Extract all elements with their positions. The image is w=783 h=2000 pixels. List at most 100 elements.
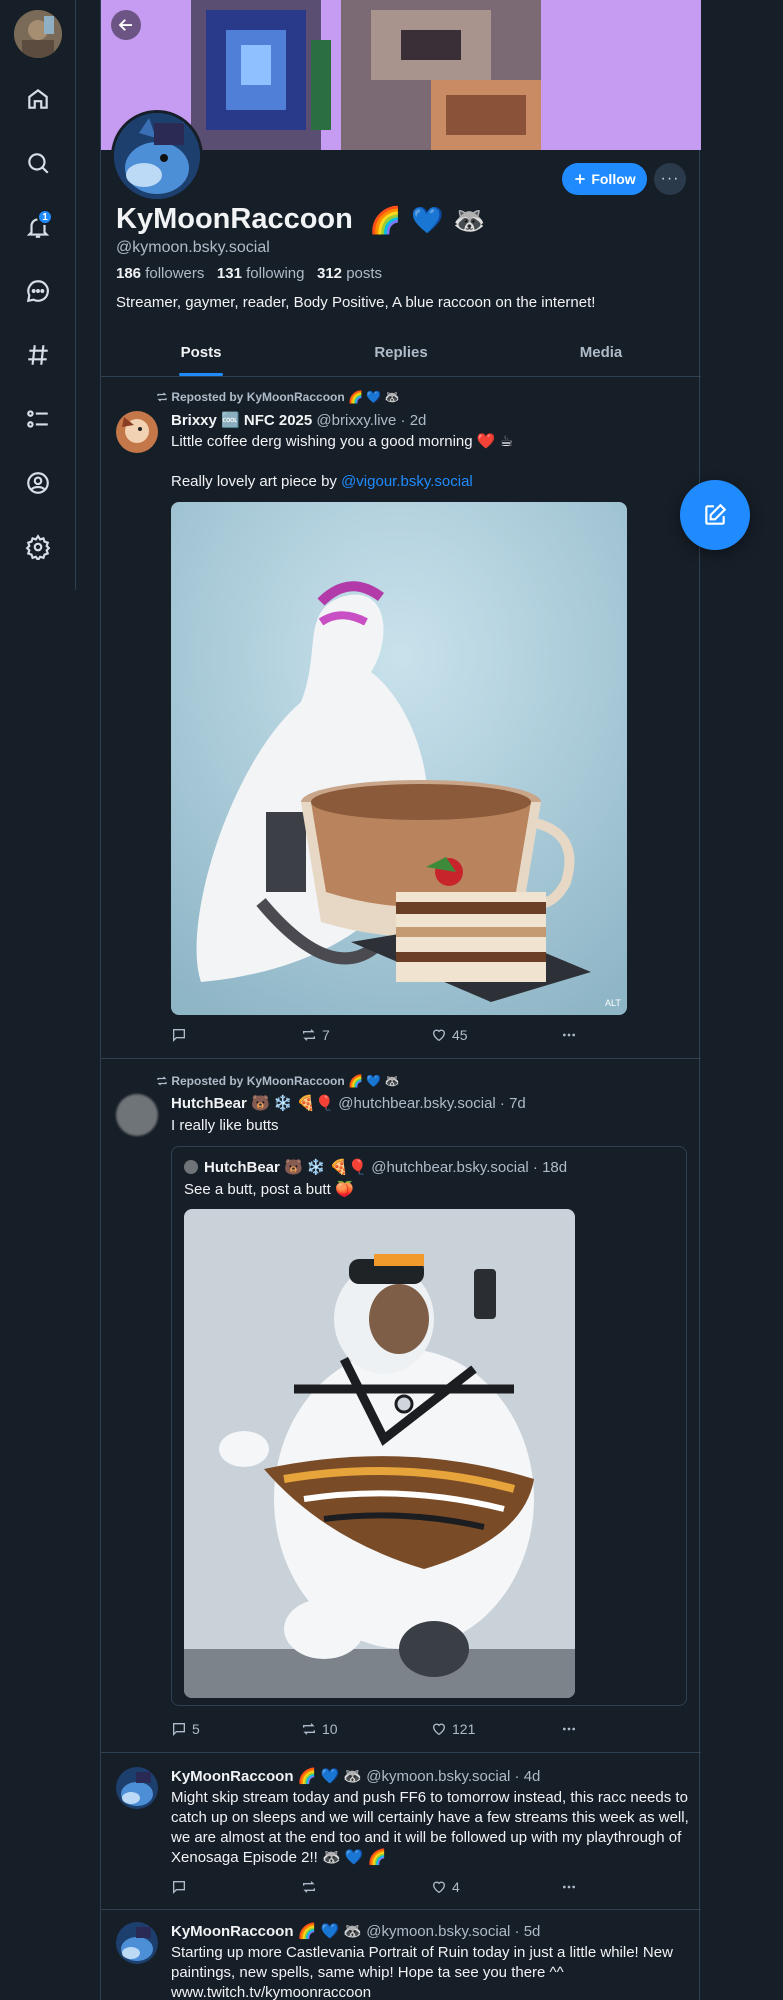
author-handle-time: @hutchbear.bsky.social · 7d bbox=[338, 1095, 526, 1112]
author-handle-time: @kymoon.bsky.social · 5d bbox=[366, 1923, 541, 1940]
like-button[interactable]: 45 bbox=[431, 1027, 561, 1043]
reply-button[interactable] bbox=[171, 1027, 301, 1043]
quoted-author-name: HutchBear 🐻 ❄️ 🍕🎈 bbox=[204, 1159, 368, 1176]
reply-button[interactable] bbox=[171, 1879, 301, 1895]
search-nav-button[interactable] bbox=[22, 147, 54, 179]
post-header: KyMoonRaccoon 🌈 💙 🦝 @kymoon.bsky.social … bbox=[171, 1922, 540, 1940]
quoted-post-text: See a butt, post a butt 🍑 bbox=[184, 1181, 354, 1198]
profile-more-button[interactable]: ··· bbox=[654, 163, 686, 195]
posts-count: 312 bbox=[317, 265, 343, 282]
heart-icon bbox=[432, 1723, 446, 1736]
follow-label: Follow bbox=[591, 171, 636, 187]
repost-icon bbox=[303, 1723, 315, 1735]
notifications-nav-button[interactable]: 1 bbox=[22, 209, 54, 243]
post-actions: 5 10 121 bbox=[171, 1719, 591, 1739]
home-nav-button[interactable] bbox=[22, 83, 54, 115]
alt-badge[interactable]: ALT bbox=[605, 998, 621, 1008]
back-button[interactable] bbox=[111, 10, 141, 40]
tab-posts[interactable]: Posts bbox=[101, 332, 301, 376]
post-menu-button[interactable] bbox=[561, 1721, 577, 1737]
post-actions: 7 45 bbox=[171, 1025, 591, 1045]
profile-bio: Streamer, gaymer, reader, Body Positive,… bbox=[116, 294, 596, 311]
quoted-post[interactable]: HutchBear 🐻 ❄️ 🍕🎈 @hutchbear.bsky.social… bbox=[171, 1146, 687, 1706]
repost-button[interactable]: 7 bbox=[301, 1027, 431, 1043]
repost-icon bbox=[157, 392, 167, 402]
quoted-post-header: HutchBear 🐻 ❄️ 🍕🎈 @hutchbear.bsky.social… bbox=[204, 1158, 567, 1176]
list-icon bbox=[27, 410, 48, 428]
tab-replies[interactable]: Replies bbox=[301, 332, 501, 376]
author-name[interactable]: KyMoonRaccoon 🌈 💙 🦝 bbox=[171, 1768, 362, 1785]
home-icon bbox=[28, 88, 48, 109]
repost-indicator: Reposted by KyMoonRaccoon 🌈 💙 🦝 bbox=[156, 1074, 400, 1088]
quoted-author-avatar bbox=[184, 1160, 198, 1174]
reply-icon bbox=[173, 1723, 185, 1736]
author-avatar[interactable] bbox=[116, 1922, 158, 1964]
feed-post[interactable]: Reposted by KyMoonRaccoon 🌈 💙 🦝 HutchBea… bbox=[101, 1059, 701, 1753]
author-name[interactable]: KyMoonRaccoon 🌈 💙 🦝 bbox=[171, 1923, 362, 1940]
reply-icon bbox=[173, 1029, 185, 1042]
heart-icon bbox=[432, 1029, 446, 1042]
current-user-avatar[interactable] bbox=[14, 10, 62, 58]
hashtag-icon bbox=[28, 345, 48, 365]
feed-post[interactable]: KyMoonRaccoon 🌈 💙 🦝 @kymoon.bsky.social … bbox=[101, 1910, 701, 2000]
search-icon bbox=[28, 153, 49, 174]
repost-button[interactable]: 10 bbox=[301, 1721, 431, 1737]
mention-link[interactable]: @vigour.bsky.social bbox=[341, 473, 473, 490]
author-avatar[interactable] bbox=[116, 1767, 158, 1809]
repost-count: 10 bbox=[322, 1721, 338, 1737]
reply-icon bbox=[173, 1881, 185, 1894]
chat-nav-button[interactable] bbox=[22, 275, 54, 307]
profile-nav-button[interactable] bbox=[22, 467, 54, 499]
following-link[interactable]: 131 following bbox=[217, 265, 305, 282]
author-avatar[interactable] bbox=[116, 1094, 158, 1136]
like-button[interactable]: 121 bbox=[431, 1721, 561, 1737]
quoted-author-handle-time: @hutchbear.bsky.social · 18d bbox=[371, 1159, 568, 1176]
repost-icon bbox=[303, 1881, 315, 1893]
like-count: 45 bbox=[452, 1027, 468, 1043]
author-handle-time: @brixxy.live · 2d bbox=[316, 412, 427, 429]
post-header: HutchBear 🐻 ❄️ 🍕🎈 @hutchbear.bsky.social… bbox=[171, 1094, 526, 1112]
profile-stats: 186 followers 131 following 312 posts bbox=[116, 265, 382, 282]
reply-button[interactable]: 5 bbox=[171, 1721, 301, 1737]
rainbow-emoji: 🌈 bbox=[369, 205, 402, 235]
raccoon-emoji: 🦝 bbox=[453, 205, 486, 235]
repost-button[interactable] bbox=[301, 1879, 431, 1895]
feed-post[interactable]: Reposted by KyMoonRaccoon 🌈 💙 🦝 Brixxy 🆒… bbox=[101, 377, 701, 1059]
followers-link[interactable]: 186 followers bbox=[116, 265, 204, 282]
quoted-post-image[interactable] bbox=[184, 1209, 575, 1698]
credit-prefix: Really lovely art piece by bbox=[171, 473, 342, 490]
post-text: Might skip stream today and push FF6 to … bbox=[171, 1789, 689, 1866]
ellipsis-icon bbox=[563, 1727, 575, 1731]
compose-button[interactable] bbox=[680, 480, 750, 550]
profile-display-name: KyMoonRaccoon bbox=[116, 203, 353, 235]
post-menu-button[interactable] bbox=[561, 1879, 577, 1895]
chat-icon bbox=[26, 280, 49, 303]
post-text: I really like butts bbox=[171, 1117, 279, 1134]
settings-nav-button[interactable] bbox=[22, 531, 54, 563]
arrow-left-icon bbox=[118, 19, 132, 31]
post-image[interactable]: ALT bbox=[171, 502, 627, 1015]
post-header: KyMoonRaccoon 🌈 💙 🦝 @kymoon.bsky.social … bbox=[171, 1767, 540, 1785]
author-name[interactable]: Brixxy 🆒 NFC 2025 bbox=[171, 412, 312, 429]
tab-media[interactable]: Media bbox=[501, 332, 701, 376]
feeds-nav-button[interactable] bbox=[22, 339, 54, 371]
like-button[interactable]: 4 bbox=[431, 1879, 561, 1895]
like-count: 4 bbox=[452, 1879, 460, 1895]
post-menu-button[interactable] bbox=[561, 1027, 577, 1043]
lists-nav-button[interactable] bbox=[22, 403, 54, 435]
blue-heart-emoji: 💙 bbox=[411, 205, 444, 235]
reply-count: 5 bbox=[192, 1721, 200, 1737]
author-name[interactable]: HutchBear 🐻 ❄️ 🍕🎈 bbox=[171, 1095, 334, 1112]
author-avatar[interactable] bbox=[116, 411, 158, 453]
twitch-link[interactable]: www.twitch.tv/kymoonraccoon bbox=[171, 1983, 691, 2000]
post-actions: 4 bbox=[171, 1877, 591, 1897]
profile-icon bbox=[27, 472, 49, 494]
profile-avatar[interactable] bbox=[111, 110, 203, 202]
repost-icon bbox=[157, 1076, 167, 1086]
pencil-square-icon bbox=[705, 503, 727, 525]
following-label: following bbox=[246, 265, 305, 282]
followers-count: 186 bbox=[116, 265, 142, 282]
feed-post[interactable]: KyMoonRaccoon 🌈 💙 🦝 @kymoon.bsky.social … bbox=[101, 1753, 701, 1910]
follow-button[interactable]: Follow bbox=[562, 163, 647, 195]
profile-column: Follow ··· KyMoonRaccoon 🌈 💙 🦝 @kymoon.b… bbox=[100, 0, 701, 2000]
